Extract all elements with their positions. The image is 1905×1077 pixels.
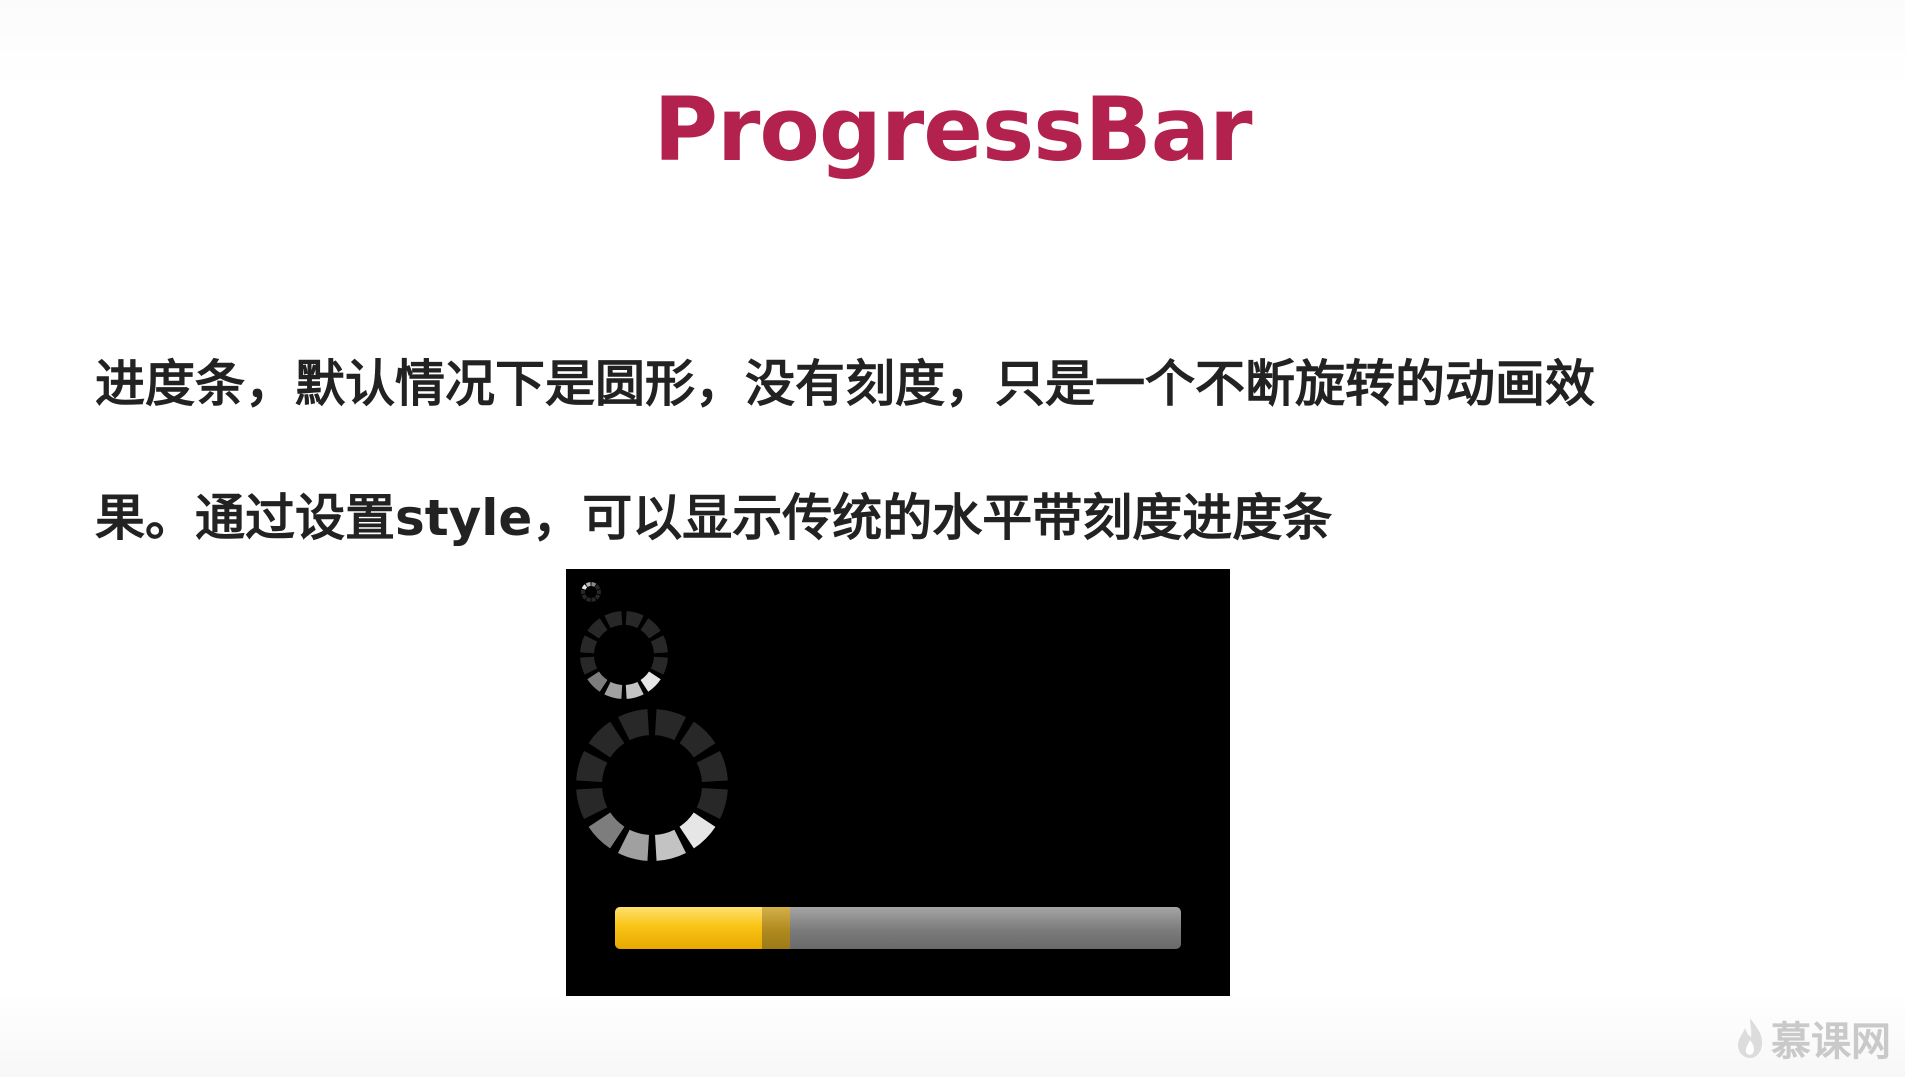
spinner-tiny-icon: [580, 581, 602, 603]
spinner-large-icon: [572, 705, 732, 865]
progress-bar-primary-fill: [615, 907, 763, 949]
slide: ProgressBar 进度条，默认情况下是圆形，没有刻度，只是一个不断旋转的动…: [0, 0, 1905, 1077]
watermark-logo: 慕课网: [1735, 1009, 1891, 1067]
progressbar-demo-screenshot: [566, 569, 1230, 996]
slide-body: 进度条，默认情况下是圆形，没有刻度，只是一个不断旋转的动画效 果。通过设置sty…: [95, 317, 1815, 585]
spinner-small-icon: [574, 605, 674, 705]
flame-icon: [1738, 1018, 1763, 1058]
body-line-2: 果。通过设置style，可以显示传统的水平带刻度进度条: [95, 489, 1333, 547]
body-line-1: 进度条，默认情况下是圆形，没有刻度，只是一个不断旋转的动画效: [95, 355, 1595, 413]
slide-title: ProgressBar: [653, 78, 1252, 181]
watermark-text: 慕课网: [1771, 1019, 1891, 1065]
horizontal-progress-bar: [615, 907, 1181, 949]
